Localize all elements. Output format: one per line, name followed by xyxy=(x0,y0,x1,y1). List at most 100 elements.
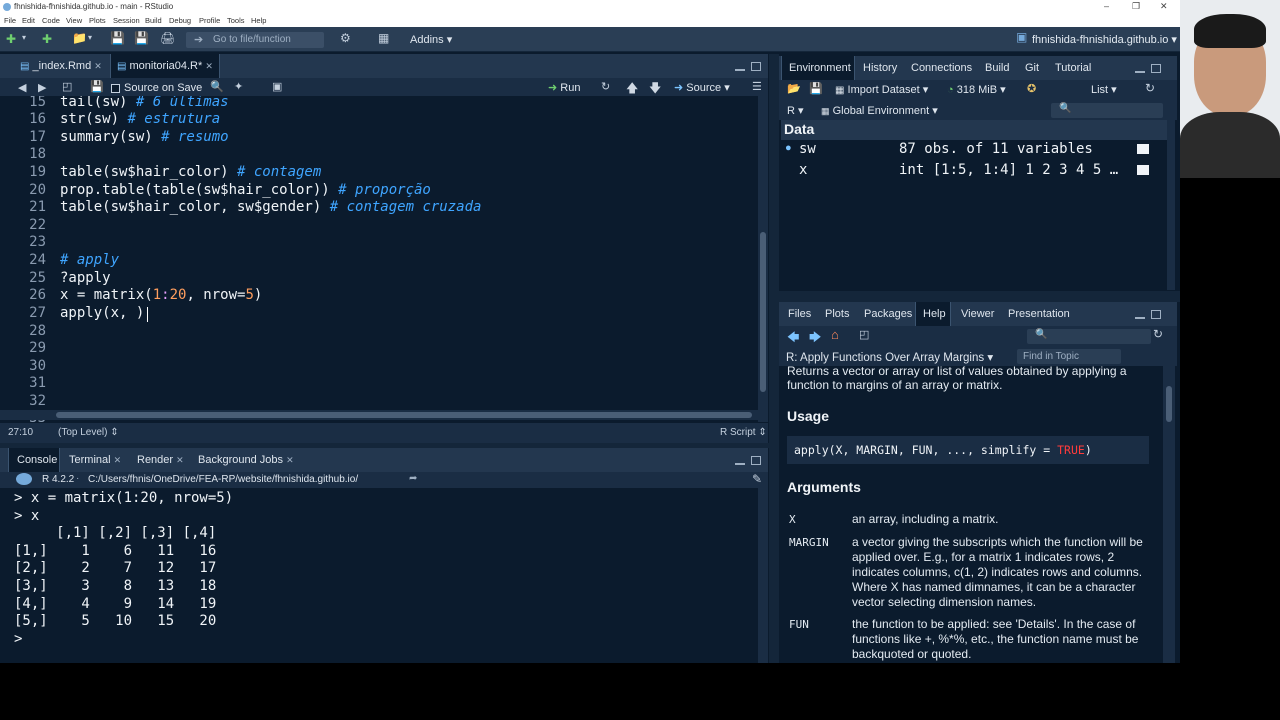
language-menu[interactable]: R ▾ xyxy=(787,104,804,117)
environment-scope-menu[interactable]: ▦ Global Environment ▾ xyxy=(821,104,938,117)
show-in-window-icon[interactable]: ◰ xyxy=(859,328,869,341)
chevron-down-icon[interactable]: ▾ xyxy=(88,33,92,42)
tab-history[interactable]: History xyxy=(861,56,897,80)
tab-packages[interactable]: Packages xyxy=(864,302,912,326)
tab-render[interactable]: Render ✕ xyxy=(130,448,188,472)
scroll-thumb[interactable] xyxy=(56,412,752,418)
forward-arrow-icon[interactable]: 🡆 xyxy=(809,328,821,349)
back-arrow-icon[interactable]: 🡄 xyxy=(787,328,799,349)
vertical-splitter[interactable] xyxy=(769,54,779,663)
new-file-icon[interactable]: ✚ xyxy=(6,32,16,46)
tab-presentation[interactable]: Presentation xyxy=(1008,302,1070,326)
close-tab-icon[interactable]: ✕ xyxy=(94,61,102,71)
print-icon[interactable]: 🖨 xyxy=(160,31,175,45)
console-output[interactable]: > x = matrix(1:20, nrow=5) > x [,1] [,2]… xyxy=(0,488,768,663)
view-data-icon[interactable] xyxy=(1137,144,1149,154)
minimize-pane-icon[interactable] xyxy=(735,69,745,71)
maximize-pane-icon[interactable] xyxy=(1151,64,1161,73)
rerun-icon[interactable]: ↻ xyxy=(601,80,610,93)
minimize-icon[interactable]: – xyxy=(1104,1,1109,11)
menu-session[interactable]: Session xyxy=(113,16,140,25)
home-icon[interactable]: ⌂ xyxy=(831,327,839,342)
maximize-icon[interactable]: ❐ xyxy=(1132,1,1140,12)
project-menu[interactable]: fhnishida-fhnishida.github.io ▾ xyxy=(1032,33,1177,46)
tab-git[interactable]: Git xyxy=(1025,56,1039,80)
tab-index-rmd[interactable]: ▤ _index.Rmd ✕ xyxy=(10,54,110,78)
source-on-save-checkbox[interactable] xyxy=(111,84,120,93)
tab-environment[interactable]: Environment xyxy=(781,56,855,80)
console-prompt[interactable]: > xyxy=(14,631,22,647)
import-dataset-menu[interactable]: ▦ Import Dataset ▾ xyxy=(835,83,928,96)
save-all-icon[interactable]: 💾 xyxy=(134,31,149,45)
tab-connections[interactable]: Connections xyxy=(911,56,972,80)
code-editor[interactable]: 15161718192021222324252627282930313233 t… xyxy=(0,96,768,422)
menu-profile[interactable]: Profile xyxy=(199,16,220,25)
menu-view[interactable]: View xyxy=(66,16,82,25)
tab-background-jobs[interactable]: Background Jobs ✕ xyxy=(190,448,300,472)
help-scrollbar[interactable] xyxy=(1163,366,1175,663)
menu-build[interactable]: Build xyxy=(145,16,162,25)
clear-console-icon[interactable]: ✎ xyxy=(752,472,762,486)
tab-console[interactable]: Console xyxy=(8,448,60,472)
maximize-pane-icon[interactable] xyxy=(751,456,761,465)
expand-icon[interactable]: ● xyxy=(785,142,792,154)
close-tab-icon[interactable]: ✕ xyxy=(205,61,213,71)
goto-file-function-input[interactable]: ➔ Go to file/function xyxy=(186,32,324,48)
back-icon[interactable]: ◀ xyxy=(18,81,26,94)
close-tab-icon[interactable]: ✕ xyxy=(176,455,184,465)
close-tab-icon[interactable]: ✕ xyxy=(286,455,294,465)
working-directory[interactable]: C:/Users/fhnis/OneDrive/FEA-RP/website/f… xyxy=(88,474,358,485)
save-workspace-icon[interactable]: 💾 xyxy=(809,82,823,95)
find-in-topic-input[interactable]: Find in Topic xyxy=(1017,349,1121,364)
scope-indicator[interactable]: (Top Level) ⇕ xyxy=(58,427,119,438)
source-button[interactable]: ➜ Source ▾ xyxy=(674,81,730,94)
save-icon[interactable]: 💾 xyxy=(90,80,104,93)
new-project-icon[interactable]: ✚ xyxy=(42,32,52,46)
outline-icon[interactable]: ☰ xyxy=(752,80,762,93)
save-icon[interactable]: 💾 xyxy=(110,31,125,45)
view-data-icon[interactable] xyxy=(1137,165,1149,175)
refresh-icon[interactable]: ↻ xyxy=(1153,327,1163,341)
menu-help[interactable]: Help xyxy=(251,16,266,25)
minimize-pane-icon[interactable] xyxy=(1135,71,1145,73)
compile-report-icon[interactable]: ▣ xyxy=(272,80,282,93)
run-button[interactable]: ➜ Run xyxy=(548,81,580,94)
editor-vscrollbar[interactable] xyxy=(758,96,768,422)
chevron-down-icon[interactable]: ▾ xyxy=(22,33,26,42)
scroll-thumb[interactable] xyxy=(1166,386,1172,422)
console-scrollbar[interactable] xyxy=(758,488,768,663)
tab-terminal[interactable]: Terminal ✕ xyxy=(62,448,128,472)
env-row-x[interactable]: x int [1:5, 1:4] 1 2 3 4 5 … xyxy=(781,160,1167,180)
maximize-pane-icon[interactable] xyxy=(1151,310,1161,319)
menu-edit[interactable]: Edit xyxy=(22,16,35,25)
tab-plots[interactable]: Plots xyxy=(825,302,849,326)
horizontal-splitter-right[interactable] xyxy=(779,291,1180,302)
minimize-pane-icon[interactable] xyxy=(735,463,745,465)
load-workspace-icon[interactable]: 📂 xyxy=(787,82,801,95)
list-view-menu[interactable]: List ▾ xyxy=(1091,83,1117,96)
editor-hscrollbar[interactable] xyxy=(0,410,758,420)
scroll-thumb[interactable] xyxy=(760,232,766,392)
menu-debug[interactable]: Debug xyxy=(169,16,191,25)
env-row-sw[interactable]: ● sw 87 obs. of 11 variables xyxy=(781,140,1167,160)
tab-tutorial[interactable]: Tutorial xyxy=(1055,56,1091,80)
search-icon[interactable]: 🔍 xyxy=(210,80,224,93)
tab-viewer[interactable]: Viewer xyxy=(961,302,994,326)
tab-files[interactable]: Files xyxy=(788,302,811,326)
close-tab-icon[interactable]: ✕ xyxy=(114,455,122,465)
minimize-pane-icon[interactable] xyxy=(1135,317,1145,319)
menu-plots[interactable]: Plots xyxy=(89,16,106,25)
menu-tools[interactable]: Tools xyxy=(227,16,245,25)
goto-directory-icon[interactable]: ➦ xyxy=(409,473,417,484)
help-search-input[interactable]: 🔍 xyxy=(1027,329,1151,344)
maximize-pane-icon[interactable] xyxy=(751,62,761,71)
tab-build[interactable]: Build xyxy=(985,56,1009,80)
menu-file[interactable]: File xyxy=(4,16,16,25)
code-tools-icon[interactable]: ✦ xyxy=(234,80,243,93)
workspace-panes-icon[interactable]: ▦ xyxy=(378,31,389,45)
file-type-menu[interactable]: R Script ⇕ xyxy=(720,427,767,438)
addins-menu[interactable]: Addins ▾ xyxy=(410,33,452,46)
environment-search-input[interactable]: 🔍 xyxy=(1051,103,1163,118)
tab-help[interactable]: Help xyxy=(915,302,951,326)
menu-code[interactable]: Code xyxy=(42,16,60,25)
